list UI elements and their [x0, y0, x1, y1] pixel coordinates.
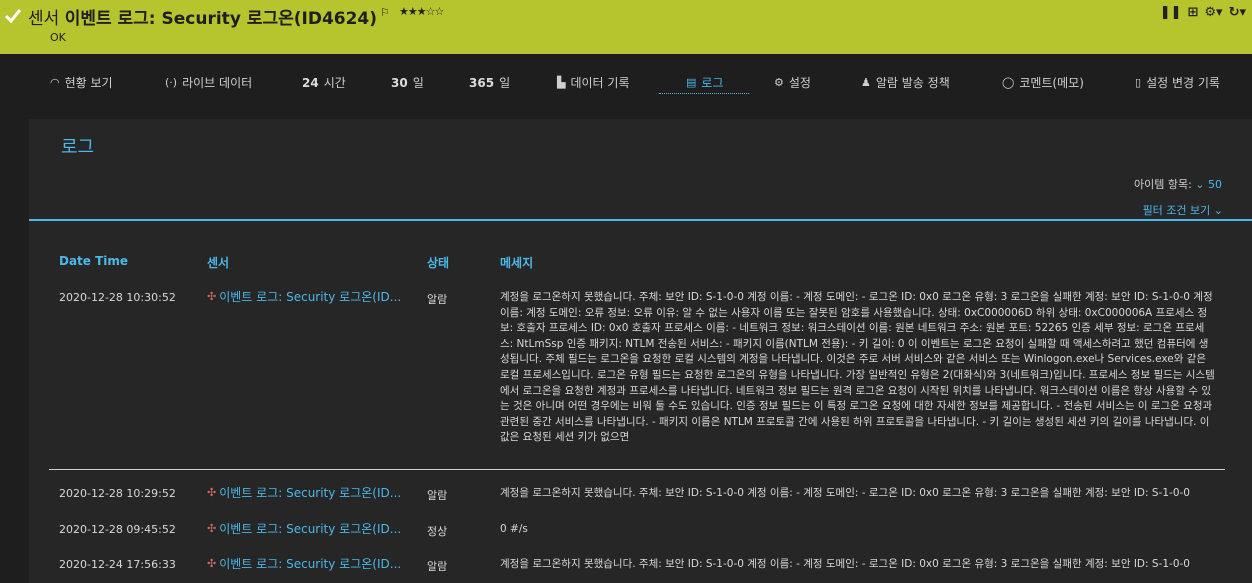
sensor-icon: ✣ [207, 557, 217, 570]
items-label: 아이템 항목: [1133, 178, 1192, 191]
tab-live-data[interactable]: (·) 라이브 데이터 [165, 74, 252, 91]
row-divider [49, 469, 1225, 470]
tab-change-log[interactable]: ▯ 설정 변경 기록 [1135, 74, 1220, 91]
overview-icon: ◠ [50, 76, 60, 89]
row-state: 알람 [427, 489, 448, 502]
sensor-label: 이벤트 로그: Security 로그온(ID... [219, 486, 402, 500]
tab-label: 일 [499, 76, 511, 90]
tab-24h[interactable]: 24 시간 [302, 74, 346, 91]
row-message: 계정을 로그온하지 못했습니다. 주체: 보안 ID: S-1-0-0 계정 이… [500, 558, 1190, 570]
tab-label: 일 [412, 76, 424, 90]
header-actions: ❚❚ ⊞ ⚙▾ ↻▾ [1160, 5, 1246, 21]
add-icon[interactable]: ⊞ [1187, 5, 1198, 21]
tab-30d[interactable]: 30 일 [391, 74, 424, 91]
row-state: 알람 [427, 560, 448, 573]
row-message: 계정을 로그온하지 못했습니다. 주체: 보안 ID: S-1-0-0 계정 이… [500, 487, 1190, 499]
column-header-state[interactable]: 상태 [427, 254, 449, 271]
tab-overview[interactable]: ◠ 현황 보기 [50, 74, 113, 91]
tab-label: 코멘트(메모) [1019, 76, 1084, 90]
tab-365d[interactable]: 365 일 [469, 74, 510, 91]
row-date: 2020-12-28 10:30:52 [59, 291, 176, 304]
title-main: 이벤트 로그: Security 로그온(ID4624) [64, 9, 378, 29]
tab-label: 데이터 기록 [570, 76, 630, 90]
tab-num: 365 [469, 75, 495, 90]
tab-bar: ◠ 현황 보기 (·) 라이브 데이터 24 시간 30 일 365 일 ▙ 데… [0, 54, 1252, 116]
row-date: 2020-12-28 10:29:52 [59, 487, 176, 500]
title-prefix: 센서 [28, 9, 60, 29]
sensor-label: 이벤트 로그: Security 로그온(ID... [219, 522, 402, 536]
row-sensor-link[interactable]: ✣ 이벤트 로그: Security 로그온(ID... [207, 288, 401, 305]
sensor-icon: ✣ [207, 522, 217, 535]
row-message: 0 #/s [500, 523, 528, 535]
tab-settings[interactable]: ⚙ 설정 [774, 74, 811, 91]
chevron-down-icon: ⌄ [1195, 178, 1205, 191]
tab-label: 라이브 데이터 [182, 76, 253, 90]
refresh-icon[interactable]: ↻▾ [1229, 5, 1246, 21]
log-icon: ▤ [686, 76, 697, 89]
tab-num: 30 [391, 75, 408, 90]
row-sensor-link[interactable]: ✣ 이벤트 로그: Security 로그온(ID... [207, 520, 401, 537]
change-log-icon: ▯ [1135, 76, 1142, 89]
live-data-icon: (·) [165, 76, 178, 89]
history-icon: ▙ [557, 76, 566, 89]
row-sensor-link[interactable]: ✣ 이벤트 로그: Security 로그온(ID... [207, 555, 401, 572]
row-date: 2020-12-24 17:56:33 [59, 558, 176, 571]
row-message: 계정을 로그온하지 못했습니다. 주체: 보안 ID: S-1-0-0 계정 이… [500, 291, 1215, 444]
flag-icon[interactable]: ⚐ [380, 6, 390, 19]
tab-label: 시간 [323, 76, 346, 90]
filter-label: 필터 조건 보기 [1142, 204, 1211, 217]
pause-icon[interactable]: ❚❚ [1160, 5, 1182, 21]
tab-label: 현황 보기 [64, 76, 113, 90]
sensor-icon: ✣ [207, 290, 217, 303]
tab-log[interactable]: ▤ 로그 [686, 74, 724, 91]
chevron-down-icon: ⌄ [1213, 204, 1223, 217]
sensor-label: 이벤트 로그: Security 로그온(ID... [219, 290, 402, 304]
row-sensor-link[interactable]: ✣ 이벤트 로그: Security 로그온(ID... [207, 484, 401, 501]
active-tab-indicator [659, 92, 749, 94]
tab-label: 로그 [701, 76, 724, 90]
bell-icon: ♟ [861, 76, 871, 89]
row-state: 정상 [427, 525, 448, 538]
comment-icon: ◯ [1002, 76, 1015, 89]
sensor-header: 센서 이벤트 로그: Security 로그온(ID4624) ⚐ ★★★☆☆ O… [0, 0, 1252, 54]
divider [29, 219, 1252, 221]
tab-alarm-policy[interactable]: ♟ 알람 발송 정책 [861, 74, 950, 91]
page-title: 센서 이벤트 로그: Security 로그온(ID4624) ⚐ [28, 4, 390, 29]
filter-toggle[interactable]: 필터 조건 보기 ⌄ [1143, 202, 1223, 218]
gear-icon: ⚙ [774, 76, 784, 89]
column-header-datetime[interactable]: Date Time [59, 254, 128, 268]
column-header-message[interactable]: 메세지 [500, 254, 533, 271]
tab-label: 설정 [788, 76, 811, 90]
row-state: 알람 [427, 293, 448, 306]
tab-label: 알람 발송 정책 [875, 76, 950, 90]
tab-history[interactable]: ▙ 데이터 기록 [557, 74, 629, 91]
status-text: OK [50, 31, 66, 44]
priority-stars[interactable]: ★★★☆☆ [399, 5, 444, 18]
log-panel: 로그 아이템 항목: ⌄ 50 필터 조건 보기 ⌄ Date Time 센서 … [29, 119, 1252, 583]
check-icon [4, 9, 22, 24]
items-per-page[interactable]: 아이템 항목: ⌄ 50 [1134, 176, 1222, 192]
panel-title: 로그 [61, 137, 95, 158]
items-value: 50 [1208, 178, 1222, 191]
tab-comment[interactable]: ◯ 코멘트(메모) [1002, 74, 1084, 91]
settings-icon[interactable]: ⚙▾ [1204, 5, 1222, 21]
row-date: 2020-12-28 09:45:52 [59, 523, 176, 536]
tab-num: 24 [302, 75, 319, 90]
tab-label: 설정 변경 기록 [1146, 76, 1220, 90]
sensor-label: 이벤트 로그: Security 로그온(ID... [219, 557, 402, 571]
sensor-icon: ✣ [207, 486, 217, 499]
column-header-sensor[interactable]: 센서 [207, 254, 229, 271]
